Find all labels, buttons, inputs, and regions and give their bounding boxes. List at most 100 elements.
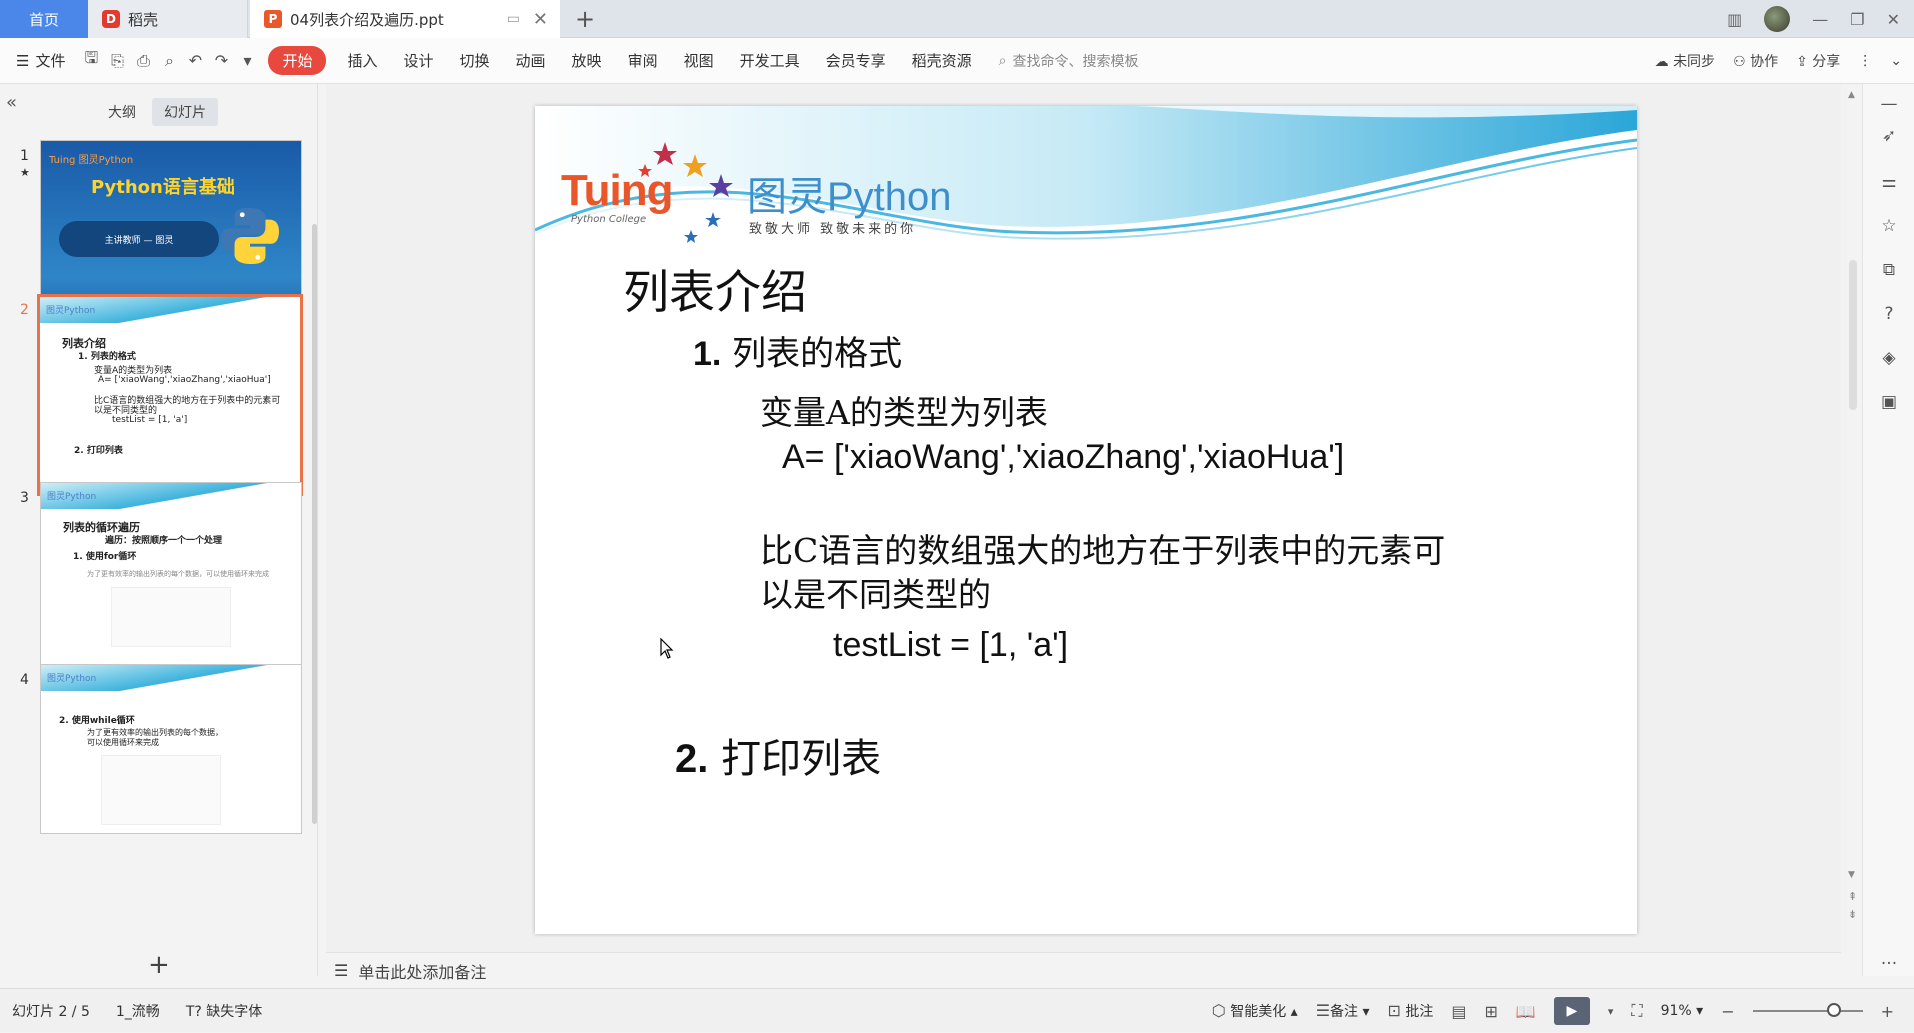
zoom-level[interactable]: 91% ▾	[1661, 1003, 1704, 1019]
star-outline-icon[interactable]: ☆	[1879, 216, 1899, 236]
menu-slideshow[interactable]: 放映	[559, 50, 615, 71]
comment-button[interactable]: ⊡ 批注	[1388, 1001, 1434, 1021]
menu-insert[interactable]: 插入	[334, 50, 390, 71]
tab-daoke-label: 稻壳	[128, 10, 159, 29]
zoom-knob[interactable]	[1826, 1003, 1841, 1017]
more-options-icon[interactable]: ···	[1879, 954, 1899, 974]
new-tab-button[interactable]: +	[570, 4, 600, 34]
settings-sliders-icon[interactable]: ⚌	[1879, 172, 1899, 192]
more-tools-icon[interactable]: ▾	[234, 48, 260, 74]
tab-home[interactable]: 首页	[0, 0, 88, 38]
daoke-icon: D	[102, 10, 120, 28]
next-slide-icon[interactable]: ⇟	[1848, 908, 1857, 921]
play-icon: ▶	[1566, 1003, 1578, 1019]
menu-view[interactable]: 视图	[671, 50, 727, 71]
canvas-scrollbar[interactable]: ▲ ▼ ⇞ ⇟	[1845, 90, 1861, 950]
slide-panel: « 大纲 幻灯片 1 ★ Tuing 图灵Python Python语言基础 主…	[0, 84, 318, 980]
menu-animation[interactable]: 动画	[503, 50, 559, 71]
zoom-slider[interactable]	[1752, 1003, 1863, 1017]
play-slideshow-button[interactable]: ▶	[1553, 997, 1590, 1025]
add-slide-button[interactable]: +	[148, 950, 170, 980]
thumb-logo: 图灵Python	[46, 306, 96, 316]
tab-daoke[interactable]: D 稻壳	[88, 0, 248, 38]
slide-number: 1	[20, 148, 29, 164]
slide-canvas[interactable]: Tuing Python College 图灵Python 致敬大师 致敬未来的…	[535, 106, 1637, 934]
thumb-logo: 图灵Python	[47, 492, 97, 502]
sync-button[interactable]: ☁ 未同步	[1655, 51, 1715, 71]
collab-button[interactable]: ⚇ 协作	[1733, 51, 1778, 71]
prev-slide-icon[interactable]: ⇞	[1848, 890, 1857, 903]
slides-icon[interactable]: ⧉	[1879, 260, 1899, 280]
notes-icon: ☰	[334, 961, 349, 980]
thumb-logo: 图灵Python	[47, 674, 97, 684]
menu-start[interactable]: 开始	[268, 46, 327, 75]
menu-file[interactable]: ☰ 文件	[0, 50, 78, 71]
normal-view-icon[interactable]: ▤	[1451, 1002, 1466, 1021]
menu-design[interactable]: 设计	[391, 50, 447, 71]
section-number: 2.	[675, 737, 709, 781]
close-window-icon[interactable]: ✕	[1887, 10, 1900, 29]
play-options-icon[interactable]: ▾	[1608, 1005, 1614, 1018]
notes-lines-icon: ☰	[1315, 1001, 1331, 1020]
grid-view-icon[interactable]: ⊞	[1485, 1002, 1498, 1021]
redo-icon[interactable]: ↷	[208, 48, 234, 74]
scroll-up-icon[interactable]: ▲	[1848, 90, 1855, 100]
zoom-in-icon[interactable]: +	[1881, 1002, 1894, 1021]
reading-view-icon[interactable]: 📖	[1516, 1002, 1536, 1021]
zoom-out-icon[interactable]: −	[1721, 1002, 1734, 1021]
menu-membership[interactable]: 会员专享	[813, 50, 899, 71]
star-icon: ★	[20, 166, 30, 179]
help-icon[interactable]: ?	[1879, 304, 1899, 324]
tuing-logo: Tuing	[561, 166, 673, 215]
theme-name[interactable]: 1_流畅	[116, 1001, 160, 1021]
tab-document[interactable]: P 04列表介绍及遍历.ppt ▭ ✕	[250, 0, 560, 38]
notes-bar[interactable]: ☰ 单击此处添加备注	[326, 952, 1841, 988]
avatar[interactable]	[1764, 6, 1791, 32]
save-icon[interactable]: 🖫	[78, 48, 104, 74]
missing-font-button[interactable]: T? 缺失字体	[186, 1001, 262, 1021]
slide-number: 2	[20, 302, 29, 318]
restore-icon[interactable]: ❐	[1850, 10, 1864, 29]
print-icon[interactable]: ⎙	[130, 48, 156, 74]
menu-developer[interactable]: 开发工具	[727, 50, 813, 71]
menu-daoke-resources[interactable]: 稻壳资源	[899, 50, 985, 71]
image-edit-icon[interactable]: ▣	[1879, 392, 1899, 412]
rocket-icon[interactable]: ➶	[1879, 126, 1899, 146]
layout-icon[interactable]: ▥	[1727, 10, 1742, 29]
slide-thumbnail-4[interactable]: 图灵Python 2. 使用while循环 为了更有效率的输出列表的每个数据， …	[40, 664, 302, 834]
print-preview-icon[interactable]: ⌕	[156, 48, 182, 74]
thumb-h1: 1. 列表的格式	[78, 352, 136, 362]
more-icon[interactable]: ⋮	[1858, 53, 1872, 69]
notes-toggle-button[interactable]: ☰备注 ▾	[1316, 1001, 1370, 1021]
menu-review[interactable]: 审阅	[615, 50, 671, 71]
panel-scrollbar[interactable]	[312, 224, 317, 824]
slide-thumbnail-2[interactable]: 图灵Python 列表介绍 1. 列表的格式 变量A的类型为列表 A= ['xi…	[37, 294, 303, 496]
export-icon[interactable]: ⎘	[104, 48, 130, 74]
command-search[interactable]: ⌕ 查找命令、搜索模板	[999, 51, 1139, 71]
scroll-thumb[interactable]	[1849, 260, 1857, 410]
share-button[interactable]: ⇪ 分享	[1796, 51, 1840, 71]
menu-transition[interactable]: 切换	[447, 50, 503, 71]
beautify-button[interactable]: ⬡ 智能美化 ▴	[1212, 1001, 1298, 1021]
fit-window-icon[interactable]: ⛶	[1631, 1001, 1642, 1021]
tab-slides[interactable]: 幻灯片	[152, 98, 218, 126]
minimize-icon[interactable]: —	[1812, 10, 1828, 29]
missing-font-label: 缺失字体	[206, 1003, 263, 1020]
close-tab-icon[interactable]: ✕	[533, 9, 548, 30]
collapse-panel-icon[interactable]: «	[6, 92, 17, 113]
sidebar-collapse-icon[interactable]: —	[1879, 94, 1899, 114]
scroll-down-icon[interactable]: ▼	[1848, 870, 1855, 880]
font-warning-icon: T?	[185, 1003, 202, 1020]
chevron-down-icon[interactable]: ⌄	[1890, 53, 1902, 69]
tab-outline[interactable]: 大纲	[96, 98, 148, 126]
undo-icon[interactable]: ↶	[182, 48, 208, 74]
monitor-icon[interactable]: ▭	[507, 11, 520, 27]
user-icon: ⚇	[1733, 54, 1746, 70]
compass-icon[interactable]: ◈	[1879, 348, 1899, 368]
notes-placeholder: 单击此处添加备注	[358, 962, 487, 982]
slide-thumbnail-3[interactable]: 图灵Python 列表的循环遍历 遍历：按照顺序一个一个处理 1. 使用for循…	[40, 482, 302, 678]
thumb-h1: 1. 使用for循环	[73, 552, 137, 562]
thumb-logo: Tuing 图灵Python	[49, 155, 134, 166]
menu-bar: ☰ 文件 🖫 ⎘ ⎙ ⌕ ↶ ↷ ▾ 开始 插入 设计 切换 动画 放映 审阅 …	[0, 38, 1914, 84]
zoom-value: 91%	[1660, 1003, 1692, 1019]
